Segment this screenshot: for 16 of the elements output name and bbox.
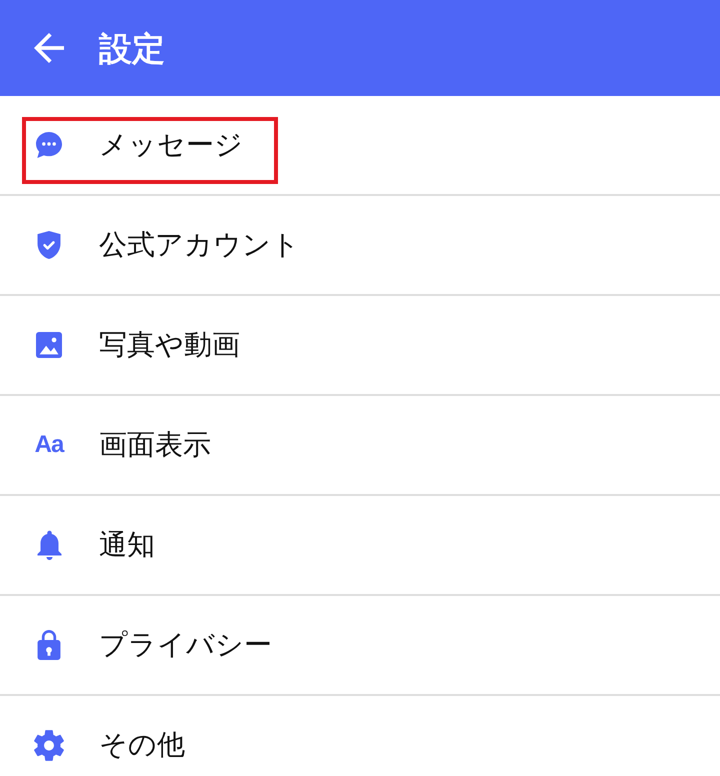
settings-item[interactable]: 写真や動画	[99, 328, 240, 362]
settings-item[interactable]: 画面表示	[99, 428, 211, 462]
settings-item[interactable]: その他	[99, 728, 185, 762]
screen-title: 設定	[99, 32, 165, 64]
shield-check-icon	[37, 231, 61, 259]
bell-icon	[36, 530, 62, 560]
settings-item[interactable]: 公式アカウント	[99, 228, 300, 262]
back-arrow-icon[interactable]	[34, 33, 64, 63]
settings-item[interactable]: メッセージ	[99, 128, 243, 162]
settings-item[interactable]: 通知	[99, 528, 155, 562]
settings-icon	[34, 728, 64, 762]
image-icon	[36, 332, 62, 358]
lock-icon	[37, 630, 61, 660]
settings-item[interactable]: プライバシー	[99, 628, 272, 662]
text-size-icon: Aa	[34, 433, 64, 457]
chat-bubble-icon	[36, 132, 62, 158]
